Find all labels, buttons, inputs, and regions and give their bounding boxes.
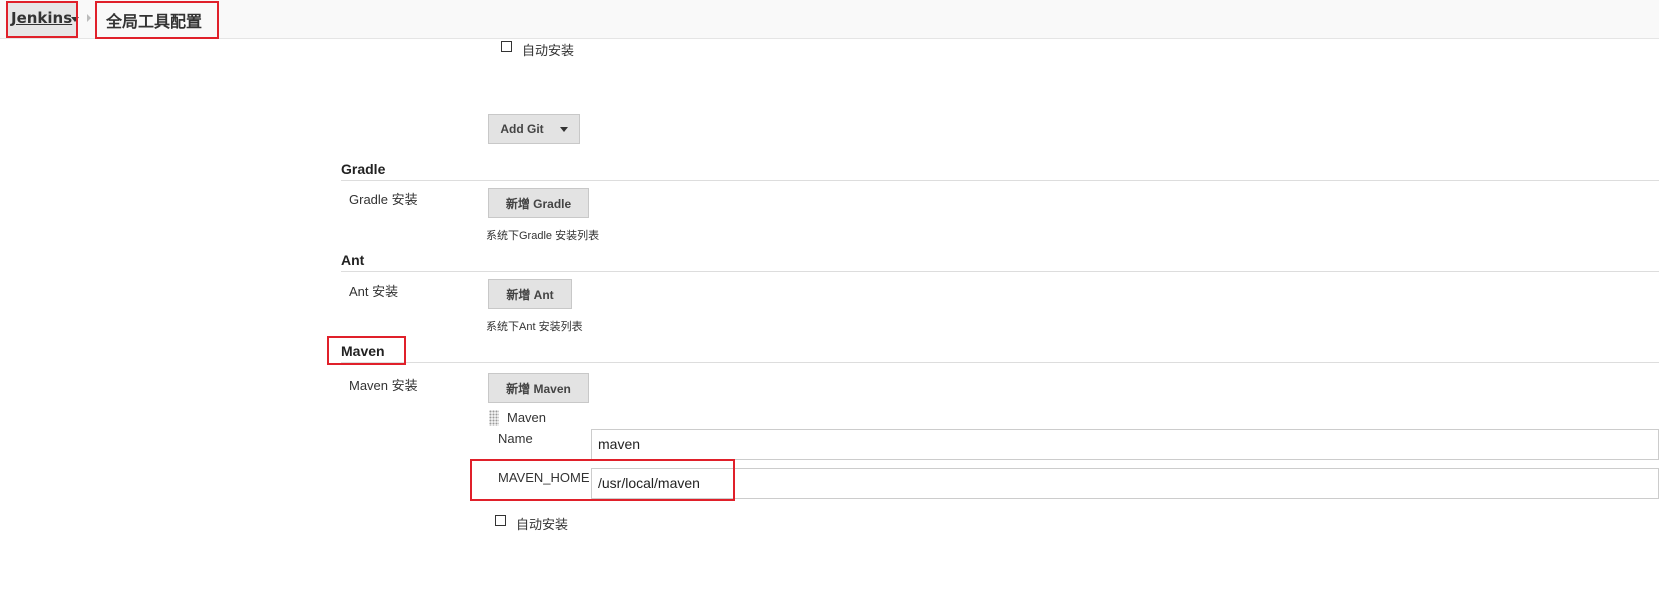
git-auto-install-checkbox[interactable] <box>501 41 512 52</box>
maven-section-title: Maven <box>341 343 385 359</box>
maven-installations-label: Maven 安装 <box>349 378 418 393</box>
drag-handle-icon[interactable] <box>489 410 499 426</box>
breadcrumb-separator-icon <box>87 14 91 22</box>
gradle-help-text: 系统下Gradle 安装列表 <box>486 230 600 242</box>
git-auto-install-label: 自动安装 <box>522 44 575 59</box>
maven-home-input[interactable]: /usr/local/maven <box>591 468 1659 499</box>
ant-help-text: 系统下Ant 安装列表 <box>486 321 583 333</box>
section-divider <box>341 362 1659 363</box>
breadcrumb-jenkins-link[interactable]: Jenkins <box>11 9 72 27</box>
breadcrumb: Jenkins 全局工具配置 <box>0 0 1659 39</box>
maven-installation-header: Maven <box>507 410 547 425</box>
gradle-section-title: Gradle <box>341 161 386 177</box>
maven-name-input[interactable]: maven <box>591 429 1659 460</box>
add-gradle-button[interactable]: 新增 Gradle <box>488 188 589 218</box>
maven-home-label: MAVEN_HOME <box>498 470 590 485</box>
add-maven-button[interactable]: 新增 Maven <box>488 373 589 403</box>
ant-section-title: Ant <box>341 252 365 268</box>
add-git-button[interactable]: Add Git <box>488 114 580 144</box>
page-title: 全局工具配置 <box>106 12 203 31</box>
ant-installations-label: Ant 安装 <box>349 284 399 299</box>
gradle-installations-label: Gradle 安装 <box>349 192 418 207</box>
chevron-down-icon <box>559 126 568 132</box>
add-ant-button[interactable]: 新增 Ant <box>488 279 572 309</box>
maven-name-label: Name <box>498 431 533 446</box>
chevron-down-icon[interactable] <box>71 17 79 22</box>
section-divider <box>341 271 1659 272</box>
maven-auto-install-checkbox[interactable] <box>495 515 506 526</box>
maven-auto-install-label: 自动安装 <box>516 518 569 533</box>
section-divider <box>341 180 1659 181</box>
add-git-button-label: Add Git <box>500 122 544 136</box>
page: Jenkins 全局工具配置 自动安装 Add Git Gradle Gradl… <box>0 0 1659 594</box>
